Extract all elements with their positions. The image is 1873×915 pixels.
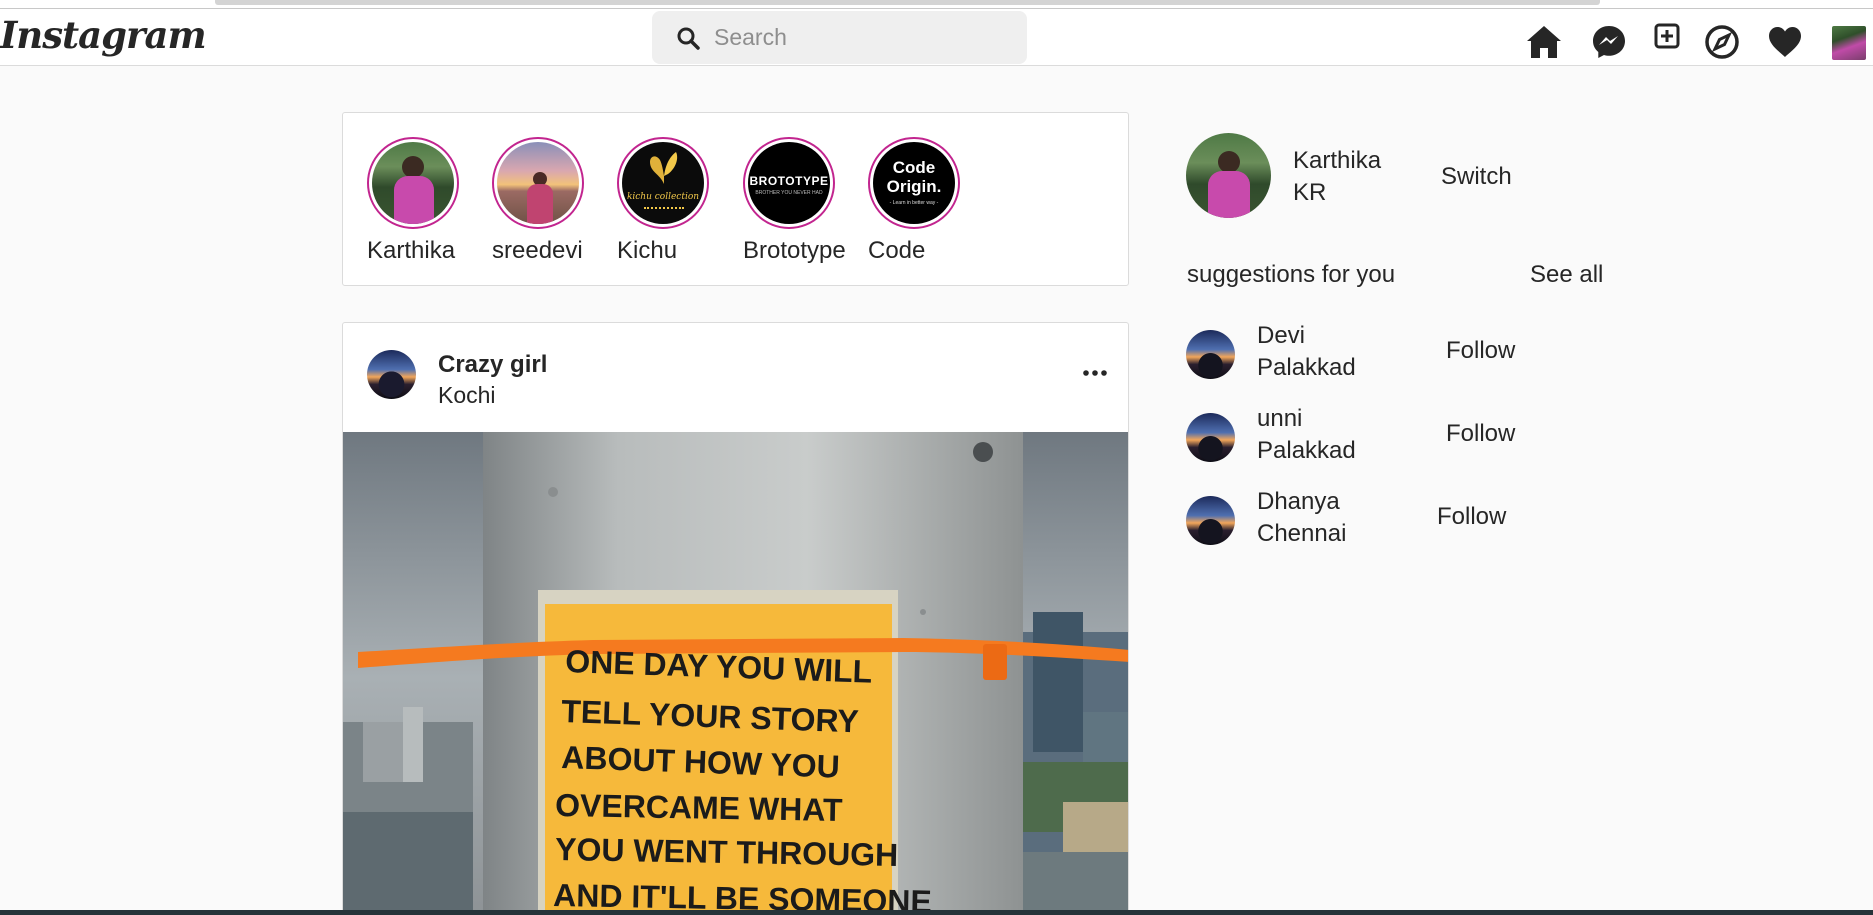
top-navbar: Instagram	[0, 9, 1873, 66]
my-profile-avatar[interactable]	[1186, 133, 1271, 218]
story-ring: BROTOTYPE BROTHER YOU NEVER HAD	[743, 137, 835, 229]
suggestion-item: Dhanya Chennai Follow	[1186, 486, 1586, 552]
suggestion-item: Devi Palakkad Follow	[1186, 320, 1586, 386]
feed-post: Crazy girl Kochi ONE DAY YOU WILL TELL Y…	[342, 322, 1129, 915]
story-avatar	[372, 142, 454, 224]
story-ring	[367, 137, 459, 229]
post-image[interactable]: ONE DAY YOU WILL TELL YOUR STORY ABOUT H…	[343, 432, 1129, 915]
story-ring: kichu collection	[617, 137, 709, 229]
suggestion-name[interactable]: unni Palakkad	[1257, 403, 1377, 467]
activity-heart-icon[interactable]	[1766, 23, 1804, 61]
story-item[interactable]: Code Origin. - Learn in better way - Cod…	[868, 137, 960, 265]
new-post-icon[interactable]	[1652, 21, 1682, 51]
story-logo-text: Origin.	[886, 177, 942, 196]
story-logo-text: kichu collection	[626, 192, 700, 202]
story-label: Kichu	[617, 237, 678, 264]
suggestion-avatar[interactable]	[1186, 413, 1235, 462]
story-label: Code	[868, 237, 926, 264]
butterfly-logo-icon	[650, 152, 678, 184]
story-avatar	[497, 142, 579, 224]
my-profile-name[interactable]: Karthika KR	[1293, 145, 1403, 209]
profile-avatar[interactable]	[1832, 26, 1866, 60]
story-label: Brototype	[743, 237, 846, 264]
story-ring	[492, 137, 584, 229]
search-icon	[677, 27, 700, 50]
story-logo-text: BROTOTYPE	[749, 174, 829, 188]
suggestion-avatar[interactable]	[1186, 330, 1235, 379]
story-logo-subtext: - Learn in better way -	[889, 200, 939, 206]
suggestion-name[interactable]: Dhanya Chennai	[1257, 486, 1377, 550]
post-location[interactable]: Kochi	[438, 382, 496, 409]
story-logo-text: Code	[892, 158, 936, 177]
suggestion-name[interactable]: Devi Palakkad	[1257, 320, 1377, 384]
story-label: Karthika	[367, 237, 456, 264]
search-input[interactable]	[714, 21, 1004, 54]
suggestions-title: suggestions for you	[1187, 261, 1396, 288]
search-box[interactable]	[652, 11, 1027, 64]
explore-compass-icon[interactable]	[1703, 23, 1741, 61]
home-icon[interactable]	[1525, 23, 1563, 61]
see-all-link[interactable]: See all	[1530, 261, 1603, 289]
suggestion-avatar[interactable]	[1186, 496, 1235, 545]
suggestion-item: unni Palakkad Follow	[1186, 403, 1586, 469]
story-ring: Code Origin. - Learn in better way -	[868, 137, 960, 229]
more-options-icon[interactable]	[1081, 363, 1109, 383]
post-author-avatar[interactable]	[367, 350, 416, 399]
story-item[interactable]: BROTOTYPE BROTHER YOU NEVER HAD Brototyp…	[743, 137, 846, 265]
follow-button[interactable]: Follow	[1437, 503, 1506, 531]
logo-ornament	[644, 207, 684, 211]
switch-account-button[interactable]: Switch	[1441, 163, 1512, 191]
story-item[interactable]: kichu collection Kichu	[617, 137, 709, 265]
story-avatar: BROTOTYPE BROTHER YOU NEVER HAD	[748, 142, 830, 224]
post-username[interactable]: Crazy girl	[438, 351, 547, 379]
browser-top-strip	[0, 0, 1873, 9]
note-line: OVERCAME WHAT	[555, 787, 843, 828]
story-item[interactable]: Karthika	[367, 137, 459, 265]
story-avatar: Code Origin. - Learn in better way -	[873, 142, 955, 224]
story-avatar: kichu collection	[622, 142, 704, 224]
story-label: sreedevi	[492, 237, 583, 264]
horizontal-scrollbar[interactable]	[215, 0, 1600, 5]
story-logo-subtext: BROTHER YOU NEVER HAD	[755, 190, 823, 196]
note-line: YOU WENT THROUGH	[555, 831, 899, 873]
instagram-logo[interactable]: Instagram	[0, 13, 207, 57]
follow-button[interactable]: Follow	[1446, 337, 1515, 365]
messenger-icon[interactable]	[1590, 23, 1628, 61]
taskbar-edge	[0, 910, 1873, 915]
story-item[interactable]: sreedevi	[492, 137, 584, 265]
follow-button[interactable]: Follow	[1446, 420, 1515, 448]
stories-tray: Karthika sreedevi kichu collection Kichu	[342, 112, 1129, 286]
